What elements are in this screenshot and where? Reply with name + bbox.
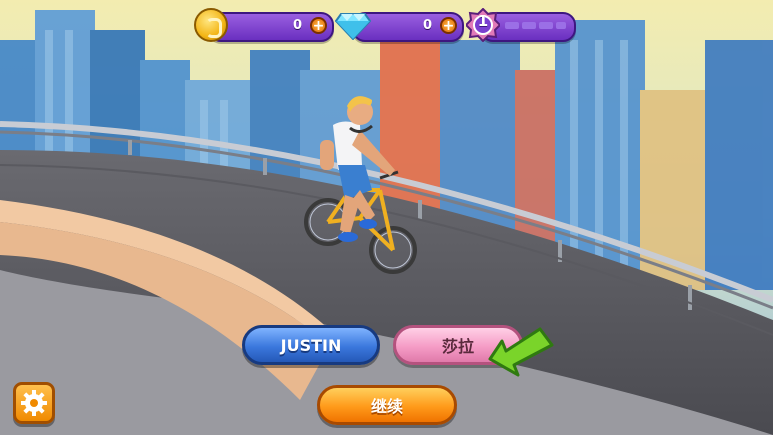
settings-button[interactable] (13, 382, 55, 424)
level-progress-segment (539, 22, 553, 29)
coin-count: 0 (292, 18, 302, 33)
pointer-arrow-icon (488, 327, 554, 377)
level-number: 1 (477, 12, 489, 30)
gear-icon (21, 390, 47, 416)
character-sara-label: 莎拉 (441, 337, 474, 356)
add-gems-button[interactable]: + (440, 17, 457, 34)
level-progress-segment (505, 22, 519, 29)
character-justin-button[interactable]: JUSTIN (242, 325, 380, 365)
character-justin-label: JUSTIN (280, 335, 342, 355)
gem-icon (335, 13, 371, 40)
gem-count: 0 (422, 18, 432, 33)
level-progress-segment (522, 22, 536, 29)
add-coins-button[interactable]: + (310, 17, 327, 34)
game-scene (0, 0, 773, 435)
coin-icon (194, 8, 228, 42)
continue-button[interactable]: 继续 (317, 385, 457, 425)
continue-label: 继续 (370, 397, 403, 416)
level-progress-segment (556, 22, 566, 29)
